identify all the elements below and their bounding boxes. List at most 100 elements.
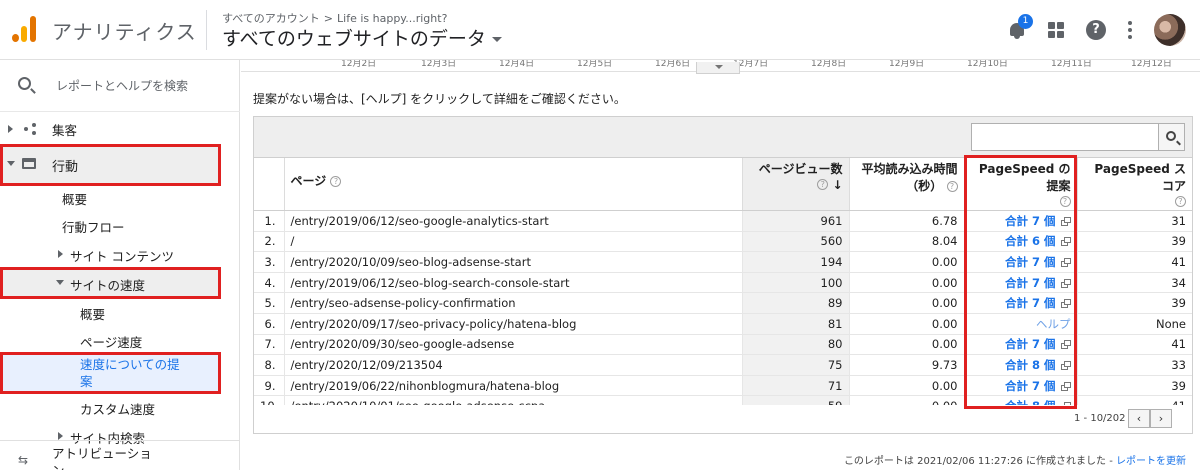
row-index: 1. xyxy=(254,210,285,232)
header-actions: 1 ? xyxy=(1008,14,1186,46)
row-index: 3. xyxy=(254,251,285,273)
row-page-link[interactable]: /entry/2019/06/12/seo-blog-search-consol… xyxy=(284,272,743,294)
row-pagespeed-score: 34 xyxy=(1077,272,1192,294)
row-pagespeed-score: 41 xyxy=(1077,251,1192,273)
help-qmark-icon[interactable]: ? xyxy=(946,181,958,192)
help-qmark-icon[interactable]: ? xyxy=(330,176,342,187)
sidebar-search-label: レポートとヘルプを検索 xyxy=(56,79,189,93)
attribution-icon: ⇆ xyxy=(18,453,29,467)
view-selector[interactable]: すべてのウェブサイトのデータ xyxy=(222,24,502,51)
col-score-header[interactable]: PageSpeed スコア? xyxy=(1077,158,1192,211)
help-icon[interactable]: ? xyxy=(1086,20,1106,40)
sidebar-item-label: 概要 xyxy=(80,307,106,322)
col-header-label: ページ xyxy=(290,174,327,188)
prev-page-button[interactable]: ‹ xyxy=(1128,409,1150,428)
axis-tick-label: 12月10日 xyxy=(967,60,1008,69)
header-divider xyxy=(206,10,207,50)
annotation-red-box-behavior xyxy=(0,144,221,186)
sidebar-divider xyxy=(0,440,240,441)
row-pageviews: 194 xyxy=(742,251,850,273)
col-header-label: ページビュー数 xyxy=(758,162,843,176)
col-avg-load-header[interactable]: 平均読み込み時間 （秒） ? xyxy=(849,158,965,211)
avatar[interactable] xyxy=(1154,14,1186,46)
row-avg-load-time: 9.73 xyxy=(849,354,965,376)
table-filter-search-button[interactable] xyxy=(1159,123,1185,151)
sidebar-search[interactable]: レポートとヘルプを検索 xyxy=(0,60,240,112)
axis-tick-label: 12月2日 xyxy=(341,60,377,69)
row-pagespeed-score: 41 xyxy=(1077,334,1192,356)
sidebar-item-label: カスタム速度 xyxy=(80,402,156,417)
sidebar-item-label: 行動フロー xyxy=(62,220,125,235)
row-pageviews: 81 xyxy=(742,313,850,335)
col-pageviews-header[interactable]: ページビュー数? ↓ xyxy=(742,158,850,211)
row-avg-load-time: 0.00 xyxy=(849,334,965,356)
row-page-link[interactable]: / xyxy=(284,231,743,253)
row-pageviews: 961 xyxy=(742,210,850,232)
sidebar-item-label: アトリビューショ xyxy=(52,446,152,461)
row-pagespeed-score: 31 xyxy=(1077,210,1192,232)
pagination-range: 1 - 10/202 xyxy=(1074,413,1126,424)
row-page-link[interactable]: /entry/2020/09/17/seo-privacy-policy/hat… xyxy=(284,313,743,335)
row-page-link[interactable]: /entry/2020/09/30/seo-google-adsense xyxy=(284,334,743,356)
more-vert-icon[interactable] xyxy=(1128,21,1132,39)
sidebar-item-acquisition[interactable]: 集客 xyxy=(0,120,240,138)
axis-tick-label: 12月5日 xyxy=(577,60,613,69)
sidebar-item-label: 概要 xyxy=(62,192,88,207)
app-name: アナリティクス xyxy=(52,20,197,44)
row-page-link[interactable]: /entry/2019/06/22/nihonblogmura/hatena-b… xyxy=(284,375,743,397)
sidebar-item-attribution[interactable]: ⇆ アトリビューショ ン xyxy=(0,443,240,470)
row-pageviews: 89 xyxy=(742,292,850,314)
view-name: すべてのウェブサイトのデータ xyxy=(222,28,486,50)
notification-count-badge: 1 xyxy=(1018,14,1033,29)
row-pagespeed-score: None xyxy=(1077,313,1192,335)
help-qmark-icon[interactable]: ? xyxy=(1175,196,1186,207)
row-pageviews: 80 xyxy=(742,334,850,356)
row-index: 4. xyxy=(254,272,285,294)
annotation-red-box-speed-suggestions xyxy=(0,352,221,394)
row-avg-load-time: 0.00 xyxy=(849,313,965,335)
sort-down-icon[interactable]: ↓ xyxy=(832,178,842,192)
row-page-link[interactable]: /entry/2020/10/09/seo-blog-adsense-start xyxy=(284,251,743,273)
row-avg-load-time: 0.00 xyxy=(849,375,965,397)
notifications-bell-icon[interactable]: 1 xyxy=(1008,14,1033,40)
row-avg-load-time: 0.00 xyxy=(849,292,965,314)
chevron-right-icon xyxy=(58,250,63,258)
row-avg-load-time: 0.00 xyxy=(849,251,965,273)
annotation-red-box-pagespeed-suggestions xyxy=(964,155,1077,409)
row-pagespeed-score: 39 xyxy=(1077,375,1192,397)
col-index-header xyxy=(254,158,285,211)
annotation-red-box-site-speed xyxy=(0,267,221,299)
row-index: 7. xyxy=(254,334,285,356)
chevron-right-icon xyxy=(58,432,63,440)
row-pagespeed-score: 39 xyxy=(1077,231,1192,253)
row-page-link[interactable]: /entry/2019/06/12/seo-google-analytics-s… xyxy=(284,210,743,232)
search-icon xyxy=(18,77,31,90)
sidebar-item-label-line2: ン xyxy=(52,460,65,470)
row-page-link[interactable]: /entry/2020/12/09/213504 xyxy=(284,354,743,376)
collapse-chart-toggle[interactable] xyxy=(696,62,740,74)
axis-tick-label: 12月11日 xyxy=(1051,60,1092,69)
row-index: 2. xyxy=(254,231,285,253)
refresh-report-link[interactable]: レポートを更新 xyxy=(1116,456,1186,467)
row-pageviews: 100 xyxy=(742,272,850,294)
row-pagespeed-score: 33 xyxy=(1077,354,1192,376)
row-page-link[interactable]: /entry/seo-adsense-policy-confirmation xyxy=(284,292,743,314)
row-pageviews: 71 xyxy=(742,375,850,397)
table-toolbar xyxy=(254,117,1192,158)
analytics-logo-icon[interactable] xyxy=(12,16,38,42)
axis-tick-label: 12月3日 xyxy=(421,60,457,69)
search-icon xyxy=(1166,131,1176,141)
axis-tick-label: 12月9日 xyxy=(889,60,925,69)
col-header-label: 平均読み込み時間 xyxy=(861,162,958,176)
chevron-right-icon xyxy=(8,125,13,133)
apps-grid-icon[interactable] xyxy=(1048,22,1064,38)
next-page-button[interactable]: › xyxy=(1150,409,1172,428)
sidebar-item-label: 集客 xyxy=(52,123,78,138)
help-qmark-icon[interactable]: ? xyxy=(817,179,829,190)
row-index: 6. xyxy=(254,313,285,335)
col-page-header[interactable]: ページ ? xyxy=(284,158,743,211)
table-filter-input[interactable] xyxy=(971,123,1159,151)
axis-tick-label: 12月4日 xyxy=(499,60,535,69)
row-avg-load-time: 8.04 xyxy=(849,231,965,253)
sidebar: レポートとヘルプを検索 集客 行動 概要 行動フロー サイト コンテンツ サイト… xyxy=(0,60,240,470)
